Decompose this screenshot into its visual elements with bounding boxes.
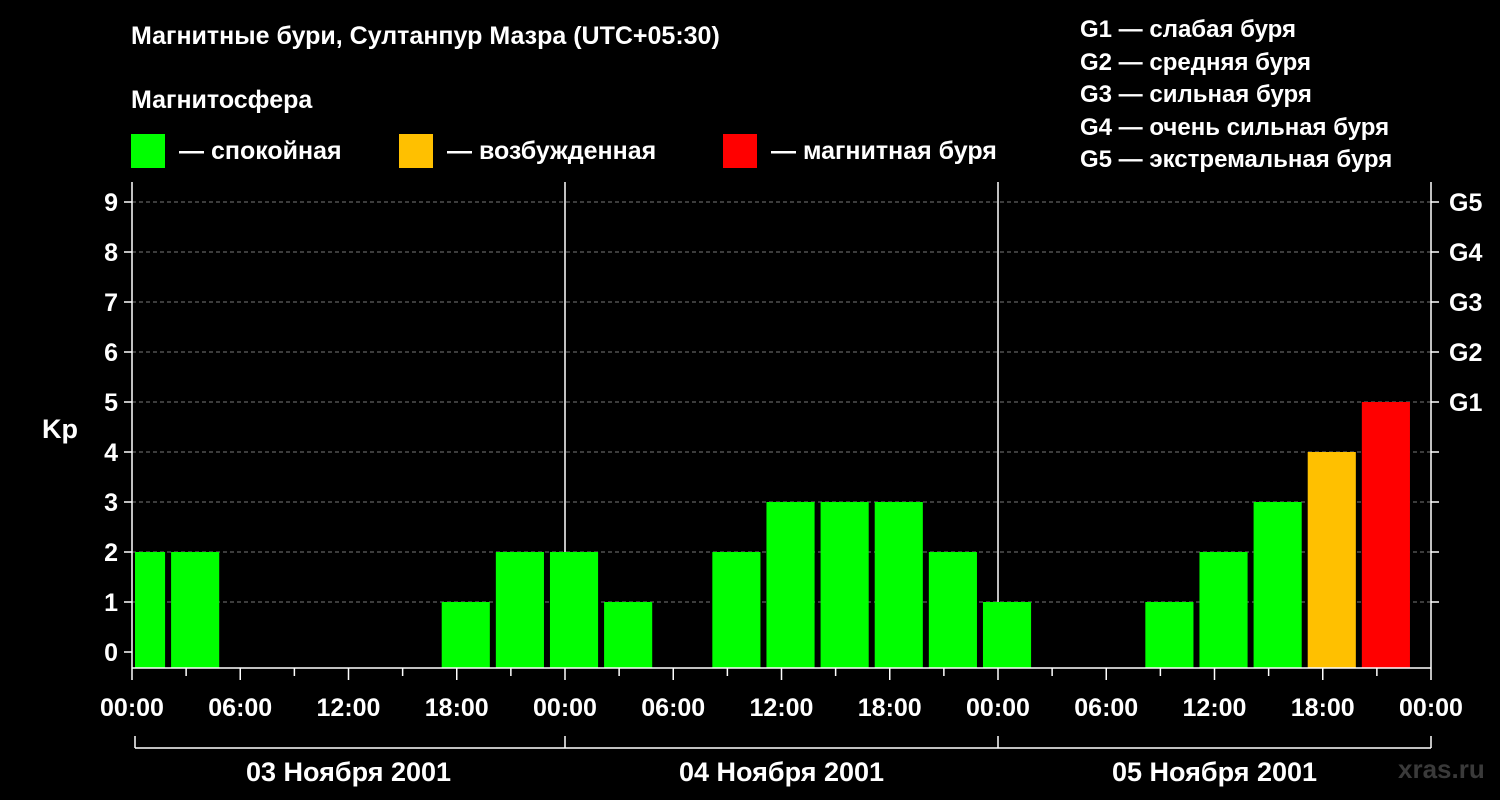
y-axis-label: Kp [42,414,78,444]
x-tick-label: 12:00 [317,694,381,722]
kp-bar [441,602,490,668]
day-label: 03 Ноября 2001 [246,757,451,787]
y-tick-label: 7 [104,289,118,317]
y-tick-label: 1 [104,589,118,617]
kp-bar [495,552,544,668]
x-tick-label: 18:00 [425,694,489,722]
kp-bar [135,552,166,668]
y-tick-label: 0 [104,639,118,667]
y-tick-label: 8 [104,239,118,267]
watermark: xras.ru [1398,754,1485,784]
x-tick-label: 00:00 [100,694,164,722]
x-tick-label: 00:00 [533,694,597,722]
x-tick-label: 06:00 [641,694,705,722]
y-tick-label: 9 [104,189,118,217]
kp-bar [1145,602,1194,668]
x-tick-label: 00:00 [966,694,1030,722]
g-level-label: G4 [1449,239,1482,267]
x-tick-label: 06:00 [1074,694,1138,722]
kp-bar [982,602,1032,668]
kp-bar [874,502,923,668]
x-tick-label: 12:00 [750,694,814,722]
y-tick-label: 3 [104,489,118,517]
kp-bar [712,552,761,668]
kp-bar [1253,502,1302,668]
kp-bar [766,502,815,668]
kp-bar-chart: 0 1 2 3 4 5 6 7 8 9 G1 G2 G3 G4 G5 Kp 00:00 06:00 12:00 18:… [42,182,1482,787]
g-level-label: G5 [1449,189,1482,217]
g-level-label: G2 [1449,339,1482,367]
x-tick-label: 06:00 [208,694,272,722]
x-tick-label: 00:00 [1399,694,1463,722]
y-tick-label: 6 [104,339,118,367]
kp-bar [1361,402,1410,668]
kp-bar [820,502,869,668]
day-label: 05 Ноября 2001 [1112,757,1317,787]
g-level-label: G3 [1449,289,1482,317]
kp-bar [604,602,653,668]
x-tick-label: 18:00 [1291,694,1355,722]
kp-bar [549,552,599,668]
x-tick-label: 12:00 [1183,694,1247,722]
y-tick-label: 5 [104,389,118,417]
kp-bar [1199,552,1248,668]
day-label: 04 Ноября 2001 [679,757,884,787]
kp-bar [1307,452,1356,668]
kp-bar [928,552,977,668]
y-tick-label: 2 [104,539,118,567]
x-tick-label: 18:00 [858,694,922,722]
g-level-label: G1 [1449,389,1482,417]
y-tick-label: 4 [104,439,118,467]
kp-bar [171,552,220,668]
